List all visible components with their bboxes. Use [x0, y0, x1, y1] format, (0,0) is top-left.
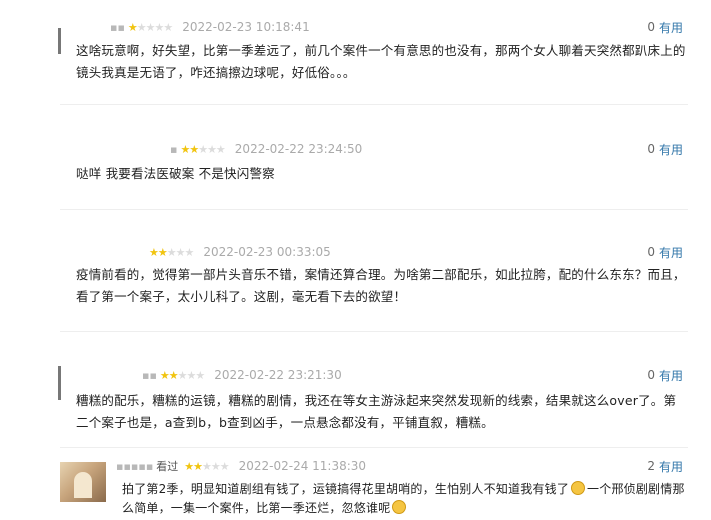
- review-meta: ▪▪▪▪▪ 看过 ★★★★★ 2022-02-24 11:38:30: [116, 456, 366, 476]
- username[interactable]: ▪▪: [142, 369, 157, 382]
- review-text-part: 拍了第2季，明显知道剧组有钱了，运镜搞得花里胡哨的，生怕别人不知道我有钱了: [122, 482, 570, 496]
- divider: [60, 331, 688, 332]
- useful-button[interactable]: 有用: [659, 19, 683, 36]
- useful-count: 0: [647, 20, 655, 34]
- useful-count: 0: [647, 142, 655, 156]
- divider: [60, 447, 688, 448]
- username[interactable]: ▪▪▪▪▪: [116, 460, 153, 473]
- useful-button[interactable]: 有用: [659, 458, 683, 475]
- review-meta: ▪ ★★★★★ 2022-02-22 23:24:50: [170, 139, 362, 159]
- review-text: 这啥玩意啊，好失望，比第一季差远了，前几个案件一个有意思的也没有，那两个女人聊着…: [76, 43, 686, 80]
- useful-button[interactable]: 有用: [659, 244, 683, 261]
- avatar[interactable]: [60, 462, 106, 502]
- rating-stars: ★★★★★: [184, 459, 229, 473]
- review-text: 疫情前看的，觉得第一部片头音乐不错，案情还算合理。为啥第二部配乐，如此拉胯，配的…: [76, 267, 686, 304]
- useful-vote[interactable]: 0 有用: [647, 242, 683, 262]
- useful-count: 0: [647, 368, 655, 382]
- review-time: 2022-02-22 23:24:50: [234, 142, 363, 156]
- review-time: 2022-02-23 00:33:05: [203, 245, 331, 259]
- review-time: 2022-02-24 11:38:30: [238, 459, 367, 473]
- smile-emoji-icon: [392, 500, 407, 514]
- useful-button[interactable]: 有用: [659, 367, 683, 384]
- avatar-edge: [58, 28, 61, 54]
- review-text: 拍了第2季，明显知道剧组有钱了，运镜搞得花里胡哨的，生怕别人不知道我有钱了 一个邢…: [122, 480, 692, 518]
- review-meta: ▪▪ ★★★★★ 2022-02-23 10:18:41: [110, 17, 310, 37]
- review-meta: ★★★★★ 2022-02-23 00:33:05: [146, 242, 331, 262]
- username[interactable]: ▪▪: [110, 21, 125, 34]
- review-time: 2022-02-23 10:18:41: [182, 20, 310, 34]
- rating-stars: ★★★★★: [180, 142, 225, 156]
- watch-status: 看过: [156, 460, 179, 473]
- review-time: 2022-02-22 23:21:30: [214, 368, 342, 382]
- review-meta: ▪▪ ★★★★★ 2022-02-22 23:21:30: [142, 365, 342, 385]
- rating-stars: ★★★★★: [149, 245, 194, 259]
- divider: [60, 104, 688, 105]
- divider: [60, 209, 688, 210]
- review-text: 哒咩 我要看法医破案 不是快闪警察: [76, 166, 275, 181]
- username[interactable]: ▪: [170, 143, 177, 156]
- smile-emoji-icon: [571, 481, 586, 495]
- useful-vote[interactable]: 0 有用: [647, 365, 683, 385]
- rating-stars: ★★★★★: [127, 20, 173, 34]
- useful-count: 2: [647, 459, 655, 473]
- review-text: 糟糕的配乐，糟糕的运镜，糟糕的剧情，我还在等女主游泳起来突然发现新的线索，结果就…: [76, 393, 677, 430]
- useful-vote[interactable]: 0 有用: [647, 139, 683, 159]
- useful-count: 0: [647, 245, 655, 259]
- avatar-image-detail: [74, 472, 92, 498]
- useful-vote[interactable]: 0 有用: [647, 17, 683, 37]
- avatar-edge: [58, 366, 61, 400]
- rating-stars: ★★★★★: [159, 368, 205, 382]
- useful-vote[interactable]: 2 有用: [647, 456, 683, 476]
- useful-button[interactable]: 有用: [659, 141, 683, 158]
